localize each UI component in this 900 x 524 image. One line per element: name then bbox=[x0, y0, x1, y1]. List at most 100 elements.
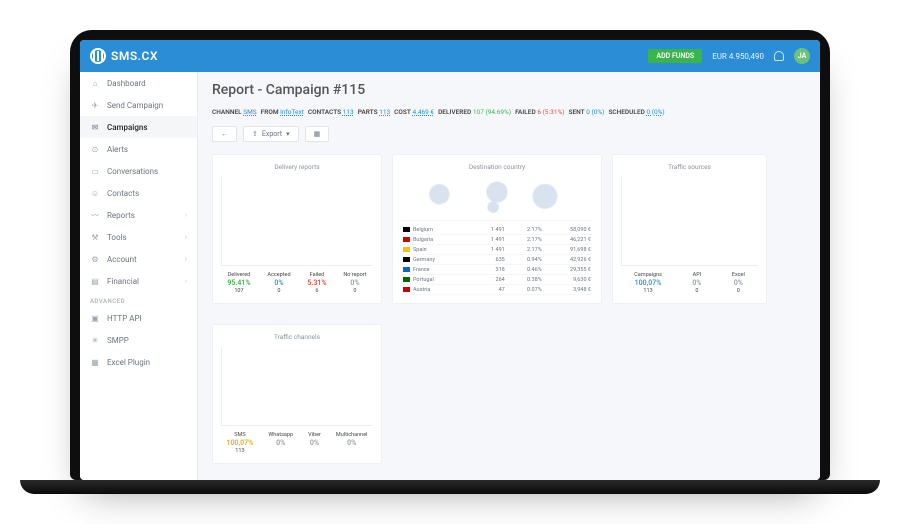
bar-chart bbox=[621, 177, 758, 266]
kpi-value: 5.31% bbox=[307, 279, 326, 288]
back-button[interactable]: ← bbox=[212, 126, 237, 142]
sidebar-item-conversations[interactable]: ▭Conversations bbox=[80, 160, 197, 182]
card-title: Delivery reports bbox=[221, 163, 373, 171]
brand-text: SMS.CX bbox=[111, 49, 158, 63]
smpp-icon: ✳ bbox=[90, 335, 100, 345]
table-row: Bulgaria1 4912.17%46,221 € bbox=[401, 235, 593, 245]
sidebar-item-alerts[interactable]: ⊙ Alerts bbox=[80, 138, 197, 160]
sidebar-item-label: Alerts bbox=[107, 145, 128, 154]
meta-value[interactable]: 0 (0%) bbox=[586, 108, 604, 116]
flag-icon bbox=[403, 267, 410, 272]
sidebar-item-http-api[interactable]: ▣HTTP API bbox=[80, 307, 197, 329]
kpi-value: 100,07% bbox=[227, 439, 254, 448]
kpi-value: 0% bbox=[267, 279, 290, 288]
kpi-sub: 107 bbox=[227, 288, 250, 295]
meta-label: SCHEDULED bbox=[608, 108, 644, 116]
meta-value[interactable]: 113 bbox=[343, 108, 354, 116]
main-content: Report - Campaign #115 CHANNEL SMS FROM … bbox=[198, 72, 820, 480]
chevron-right-icon: › bbox=[185, 277, 187, 285]
gear-icon: ⚙ bbox=[90, 254, 100, 264]
topbar: SMS.CX ADD FUNDS EUR 4.950,490 JA bbox=[80, 40, 820, 72]
meta-value[interactable]: 0 (0%) bbox=[646, 108, 664, 116]
chevron-right-icon: › bbox=[185, 211, 187, 219]
meta-value[interactable]: SMS bbox=[243, 108, 256, 116]
grid-toggle-button[interactable]: ▦ bbox=[305, 126, 330, 142]
sidebar-item-dashboard[interactable]: ⌂ Dashboard bbox=[80, 72, 197, 94]
page-title: Report - Campaign #115 bbox=[212, 82, 806, 98]
card-delivery-reports: Delivery reports Delivered95.41%107 Acce… bbox=[212, 154, 382, 304]
laptop-frame: SMS.CX ADD FUNDS EUR 4.950,490 JA ⌂ Dashb… bbox=[70, 30, 830, 480]
bar-chart bbox=[221, 177, 373, 266]
user-icon: ☺ bbox=[90, 188, 100, 198]
sidebar-item-excel-plugin[interactable]: ▦Excel Plugin bbox=[80, 351, 197, 373]
meta-label: CHANNEL bbox=[212, 108, 242, 116]
country-table: Belgium1 4912.17%58,090 €Bulgaria1 4912.… bbox=[401, 225, 593, 295]
kpi-label: Accepted bbox=[267, 272, 290, 279]
sidebar-item-smpp[interactable]: ✳ SMPP bbox=[80, 329, 197, 351]
kpi-row: Campaigns100,07%113 API0%0 Excel0%0 bbox=[621, 272, 758, 295]
table-row: Austria470.07%3,948 € bbox=[401, 285, 593, 295]
meta-value[interactable]: 107 (94.69%) bbox=[473, 108, 511, 116]
chat-icon: ▭ bbox=[90, 166, 100, 176]
sidebar-item-reports[interactable]: 〰 Reports › bbox=[80, 204, 197, 226]
meta-value[interactable]: 113 bbox=[379, 108, 390, 116]
card-title: Destination country bbox=[401, 163, 593, 171]
meta-value[interactable]: 4.469 € bbox=[412, 108, 434, 116]
avatar[interactable]: JA bbox=[794, 48, 810, 64]
sidebar-item-tools[interactable]: ⚒Tools› bbox=[80, 226, 197, 248]
chart-icon: 〰 bbox=[90, 210, 100, 220]
sidebar-item-label: Dashboard bbox=[107, 79, 146, 88]
flag-icon bbox=[403, 237, 410, 242]
flag-icon bbox=[403, 287, 410, 292]
add-funds-button[interactable]: ADD FUNDS bbox=[648, 49, 702, 63]
bell-icon[interactable] bbox=[774, 51, 784, 61]
sidebar-item-label: Account bbox=[107, 255, 137, 264]
brand[interactable]: SMS.CX bbox=[90, 48, 158, 64]
table-row: Germany6350.94%42,926 € bbox=[401, 255, 593, 265]
alert-icon: ⊙ bbox=[90, 144, 100, 154]
campaign-meta: CHANNEL SMS FROM InfoText CONTACTS 113 P… bbox=[212, 108, 806, 116]
excel-icon: ▦ bbox=[90, 357, 100, 367]
sidebar: ⌂ Dashboard ✈Send Campaign ✉Campaigns ⊙ Al… bbox=[80, 72, 198, 480]
sidebar-item-label: Send Campaign bbox=[107, 101, 163, 110]
kpi-sub: 0 bbox=[267, 288, 290, 295]
sidebar-item-contacts[interactable]: ☺ Contacts bbox=[80, 182, 197, 204]
export-button[interactable]: ⇪Export ▾ bbox=[243, 126, 299, 142]
meta-label: FAILED bbox=[515, 108, 536, 116]
meta-label: PARTS bbox=[358, 108, 378, 116]
kpi-sub: 0 bbox=[692, 288, 701, 295]
kpi-sub: 113 bbox=[227, 448, 254, 455]
kpi-value: 0% bbox=[343, 279, 366, 288]
flag-icon bbox=[403, 227, 410, 232]
meta-label: SENT bbox=[569, 108, 585, 116]
kpi-value: 0% bbox=[268, 439, 293, 448]
sidebar-item-label: Contacts bbox=[107, 189, 139, 198]
sidebar-item-label: SMPP bbox=[107, 336, 129, 345]
meta-value[interactable]: 6 (5.31%) bbox=[537, 108, 564, 116]
kpi-label: SMS bbox=[227, 432, 254, 439]
kpi-label: Failed bbox=[307, 272, 326, 279]
app-screen: SMS.CX ADD FUNDS EUR 4.950,490 JA ⌂ Dashb… bbox=[80, 40, 820, 480]
kpi-row: SMS100,07%113 Whatsapp0% Viber0% Multich… bbox=[221, 432, 373, 455]
meta-label: COST bbox=[394, 108, 411, 116]
sidebar-item-send-campaign[interactable]: ✈Send Campaign bbox=[80, 94, 197, 116]
kpi-sub: 0 bbox=[732, 288, 745, 295]
sidebar-item-campaigns[interactable]: ✉Campaigns bbox=[80, 116, 197, 138]
card-traffic-channels: Traffic channels SMS100,07%113 Whatsapp0… bbox=[212, 324, 382, 464]
kpi-value: 0% bbox=[308, 439, 321, 448]
sidebar-item-account[interactable]: ⚙ Account › bbox=[80, 248, 197, 270]
sidebar-item-label: Campaigns bbox=[107, 123, 147, 132]
chevron-right-icon: › bbox=[185, 255, 187, 263]
sidebar-item-label: Reports bbox=[107, 211, 135, 220]
world-map bbox=[401, 177, 593, 221]
cards-grid: Delivery reports Delivered95.41%107 Acce… bbox=[212, 154, 806, 464]
meta-value[interactable]: InfoText bbox=[280, 108, 304, 116]
sidebar-item-financial[interactable]: ▤Financial› bbox=[80, 270, 197, 292]
table-row: Belgium1 4912.17%58,090 € bbox=[401, 225, 593, 235]
toolbar: ← ⇪Export ▾ ▦ bbox=[212, 126, 806, 142]
kpi-label: Excel bbox=[732, 272, 745, 279]
table-row: Spain1 4912.17%91,698 € bbox=[401, 245, 593, 255]
flag-icon bbox=[403, 277, 410, 282]
bar-chart bbox=[221, 347, 373, 426]
home-icon: ⌂ bbox=[90, 78, 100, 88]
